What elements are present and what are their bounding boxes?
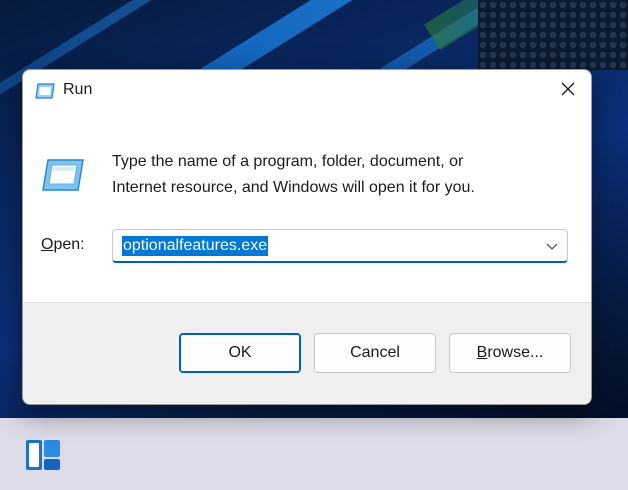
chevron-down-icon[interactable] xyxy=(545,239,559,253)
browse-mnemonic: B xyxy=(476,344,488,361)
open-label-text: pen: xyxy=(53,236,85,253)
instruction-text: Type the name of a program, folder, docu… xyxy=(112,149,552,201)
close-button[interactable] xyxy=(545,70,591,112)
dialog-footer: OK Cancel Browse... xyxy=(23,302,591,404)
open-combobox[interactable]: optionalfeatures.exe xyxy=(112,229,568,263)
browse-button[interactable]: Browse... xyxy=(449,333,571,373)
open-input-value[interactable]: optionalfeatures.exe xyxy=(122,236,269,256)
open-label: Open: xyxy=(41,236,85,254)
open-label-mnemonic: O xyxy=(41,236,54,253)
cancel-button[interactable]: Cancel xyxy=(314,333,436,373)
ok-button[interactable]: OK xyxy=(179,333,301,373)
run-icon xyxy=(35,83,55,99)
run-program-icon xyxy=(41,158,85,192)
title-bar[interactable]: Run xyxy=(23,70,591,112)
close-icon xyxy=(561,82,575,101)
instruction-line-1: Type the name of a program, folder, docu… xyxy=(112,153,464,170)
widgets-icon[interactable] xyxy=(25,439,61,471)
run-dialog: Run Type the name of a program, folder, … xyxy=(22,69,592,405)
dialog-body: Type the name of a program, folder, docu… xyxy=(23,112,591,302)
instruction-line-2: Internet resource, and Windows will open… xyxy=(112,179,475,196)
dialog-title: Run xyxy=(63,81,93,98)
taskbar xyxy=(0,418,628,490)
browse-label: rowse... xyxy=(487,344,544,361)
